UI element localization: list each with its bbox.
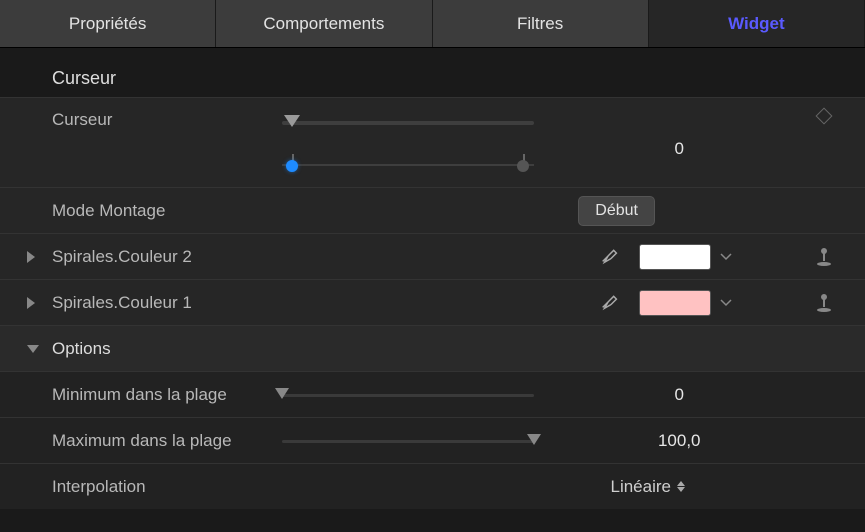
- section-title: Curseur: [0, 58, 865, 97]
- snapshot-track: [282, 164, 534, 166]
- range-max-value[interactable]: 100,0: [649, 431, 709, 451]
- widget-panel: Curseur Curseur 0 Mode Montage Début Spi…: [0, 48, 865, 509]
- interpolation-row: Interpolation Linéaire: [0, 463, 865, 509]
- range-min-value[interactable]: 0: [649, 385, 709, 405]
- joystick-icon[interactable]: [813, 246, 835, 268]
- edit-mode-label: Mode Montage: [52, 201, 282, 221]
- options-label: Options: [52, 339, 282, 359]
- slider-thumb[interactable]: [284, 115, 300, 127]
- range-min-row: Minimum dans la plage 0: [0, 371, 865, 417]
- select-arrows-icon: [677, 481, 685, 492]
- color-param-label: Spirales.Couleur 1: [52, 293, 282, 313]
- eyedropper-icon[interactable]: [599, 243, 621, 270]
- joystick-icon[interactable]: [813, 292, 835, 314]
- color-param-row: Spirales.Couleur 2: [0, 233, 865, 279]
- cursor-value[interactable]: 0: [649, 139, 709, 159]
- keyframe-icon[interactable]: [816, 108, 833, 125]
- chevron-down-icon[interactable]: [717, 297, 735, 309]
- cursor-row: Curseur 0: [0, 97, 865, 187]
- cursor-slider[interactable]: [282, 110, 534, 187]
- tab-behaviors[interactable]: Comportements: [216, 0, 432, 47]
- color-swatch[interactable]: [639, 290, 711, 316]
- range-max-row: Maximum dans la plage 100,0: [0, 417, 865, 463]
- eyedropper-icon[interactable]: [599, 289, 621, 316]
- slider-track: [282, 121, 534, 125]
- snapshot-marker-active[interactable]: [286, 160, 298, 172]
- chevron-down-icon[interactable]: [717, 251, 735, 263]
- color-swatch[interactable]: [639, 244, 711, 270]
- snapshot-marker[interactable]: [517, 160, 529, 172]
- tab-widget[interactable]: Widget: [649, 0, 865, 47]
- disclosure-triangle-icon[interactable]: [27, 345, 39, 353]
- interpolation-value: Linéaire: [611, 477, 672, 497]
- tab-bar: Propriétés Comportements Filtres Widget: [0, 0, 865, 48]
- range-max-slider[interactable]: [282, 431, 534, 451]
- disclosure-triangle-icon[interactable]: [27, 251, 35, 263]
- slider-thumb[interactable]: [275, 388, 289, 399]
- interpolation-label: Interpolation: [52, 477, 282, 497]
- range-max-label: Maximum dans la plage: [52, 431, 282, 451]
- edit-mode-button[interactable]: Début: [578, 196, 655, 226]
- edit-mode-row: Mode Montage Début: [0, 187, 865, 233]
- color-param-label: Spirales.Couleur 2: [52, 247, 282, 267]
- tab-properties[interactable]: Propriétés: [0, 0, 216, 47]
- interpolation-select[interactable]: Linéaire: [611, 477, 686, 497]
- range-min-slider[interactable]: [282, 385, 534, 405]
- options-header-row: Options: [0, 325, 865, 371]
- slider-thumb[interactable]: [527, 434, 541, 445]
- color-param-row: Spirales.Couleur 1: [0, 279, 865, 325]
- disclosure-triangle-icon[interactable]: [27, 297, 35, 309]
- cursor-label: Curseur: [52, 110, 282, 130]
- tab-filters[interactable]: Filtres: [433, 0, 649, 47]
- range-min-label: Minimum dans la plage: [52, 385, 282, 405]
